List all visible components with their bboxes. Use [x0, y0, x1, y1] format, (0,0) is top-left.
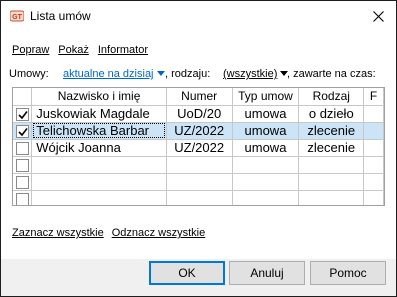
row-checkbox[interactable]: [15, 159, 29, 172]
kind-cell[interactable]: zlecenie: [298, 122, 365, 140]
name-cell[interactable]: [31, 156, 167, 174]
name-cell[interactable]: [31, 173, 167, 191]
deselect-all-link[interactable]: Odznacz wszystkie: [112, 227, 206, 239]
column-header-f[interactable]: F: [363, 88, 384, 106]
type-cell[interactable]: umowa: [232, 122, 300, 140]
column-header-check: [13, 88, 33, 106]
row-checkbox-cell: [13, 139, 33, 157]
number-cell[interactable]: UoD/20: [166, 105, 233, 123]
kind-cell[interactable]: zlecenie: [298, 139, 365, 157]
contracts-filter-value: aktualne na dzisiaj: [63, 68, 154, 80]
type-filter-value: (wszystkie): [223, 68, 278, 80]
concluded-filter-label: , zawarte na czas:: [287, 68, 376, 80]
table-row[interactable]: [13, 173, 384, 191]
kind-cell[interactable]: [298, 173, 365, 191]
table-row[interactable]: Juskowiak Magdale UoD/20 umowa o dzieło: [13, 105, 384, 123]
checkmark-icon: [18, 111, 28, 120]
f-cell[interactable]: [363, 139, 384, 157]
window-title: Lista umów: [30, 9, 91, 23]
menu-item-pokaz[interactable]: Pokaż: [58, 44, 89, 56]
number-cell[interactable]: [166, 156, 233, 174]
row-checkbox-cell: [13, 156, 33, 174]
contracts-filter-label: Umowy:: [9, 68, 49, 80]
column-header-name[interactable]: Nazwisko i imię: [31, 88, 167, 106]
title-bar[interactable]: GT Lista umów: [1, 1, 396, 31]
name-cell[interactable]: [31, 190, 167, 205]
type-cell[interactable]: umowa: [232, 105, 300, 123]
type-filter-label: , rodzaju:: [165, 68, 211, 80]
button-bar: OK Anuluj Pomoc: [1, 259, 396, 296]
dialog-client-area: Popraw Pokaż Informator Umowy: aktualne …: [1, 31, 396, 259]
number-cell[interactable]: [166, 173, 233, 191]
table-row[interactable]: [13, 156, 384, 174]
column-header-kind[interactable]: Rodzaj: [298, 88, 365, 106]
menu-item-popraw[interactable]: Popraw: [12, 44, 49, 56]
number-cell[interactable]: UZ/2022: [166, 122, 233, 140]
row-checkbox[interactable]: [15, 125, 29, 138]
row-checkbox-cell: [13, 105, 33, 123]
close-button[interactable]: [361, 1, 396, 31]
select-all-link[interactable]: Zaznacz wszystkie: [12, 227, 104, 239]
name-cell[interactable]: Telichowska Barbar: [31, 122, 167, 140]
name-cell[interactable]: Wójcik Joanna: [31, 139, 167, 157]
type-cell[interactable]: [232, 173, 300, 191]
app-logo-icon: GT: [10, 10, 24, 22]
kind-cell[interactable]: o dzieło: [298, 105, 365, 123]
dropdown-arrow-icon: [156, 71, 165, 76]
row-checkbox-cell: [13, 173, 33, 191]
f-cell[interactable]: [363, 105, 384, 123]
type-filter-dropdown[interactable]: (wszystkie): [223, 68, 289, 80]
contracts-filter-dropdown[interactable]: aktualne na dzisiaj: [63, 68, 165, 80]
help-button[interactable]: Pomoc: [310, 261, 386, 285]
name-cell[interactable]: Juskowiak Magdale: [31, 105, 167, 123]
row-checkbox[interactable]: [15, 193, 29, 205]
row-checkbox[interactable]: [15, 176, 29, 189]
table-row[interactable]: Wójcik Joanna UZ/2022 umowa zlecenie: [13, 139, 384, 157]
row-checkbox[interactable]: [15, 108, 29, 121]
number-cell[interactable]: [166, 190, 233, 205]
contracts-grid[interactable]: Nazwisko i imię Numer Typ umow Rodzaj F …: [12, 87, 385, 206]
row-checkbox-cell: [13, 190, 33, 205]
table-header-row: Nazwisko i imię Numer Typ umow Rodzaj F: [13, 88, 384, 106]
f-cell[interactable]: [363, 190, 384, 205]
table-row[interactable]: [13, 190, 384, 205]
f-cell[interactable]: [363, 122, 384, 140]
dialog-window: GT Lista umów Popraw Pokaż Informator Um…: [0, 0, 397, 297]
column-header-number[interactable]: Numer: [166, 88, 233, 106]
f-cell[interactable]: [363, 156, 384, 174]
column-header-type[interactable]: Typ umow: [232, 88, 300, 106]
type-cell[interactable]: umowa: [232, 139, 300, 157]
number-cell[interactable]: UZ/2022: [166, 139, 233, 157]
type-cell[interactable]: [232, 190, 300, 205]
row-checkbox-cell: [13, 122, 33, 140]
row-checkbox[interactable]: [15, 142, 29, 155]
kind-cell[interactable]: [298, 156, 365, 174]
ok-button[interactable]: OK: [149, 261, 225, 285]
close-icon: [373, 10, 384, 22]
f-cell[interactable]: [363, 173, 384, 191]
menu-item-informator[interactable]: Informator: [98, 44, 148, 56]
checkmark-icon: [18, 128, 28, 137]
table-row[interactable]: Telichowska Barbar UZ/2022 umowa zlecenie: [13, 122, 384, 140]
kind-cell[interactable]: [298, 190, 365, 205]
type-cell[interactable]: [232, 156, 300, 174]
selection-links: Zaznacz wszystkie Odznacz wszystkie: [12, 227, 205, 239]
cancel-button[interactable]: Anuluj: [229, 261, 305, 285]
svg-text:GT: GT: [12, 14, 22, 21]
menu-bar: Popraw Pokaż Informator: [12, 44, 148, 56]
